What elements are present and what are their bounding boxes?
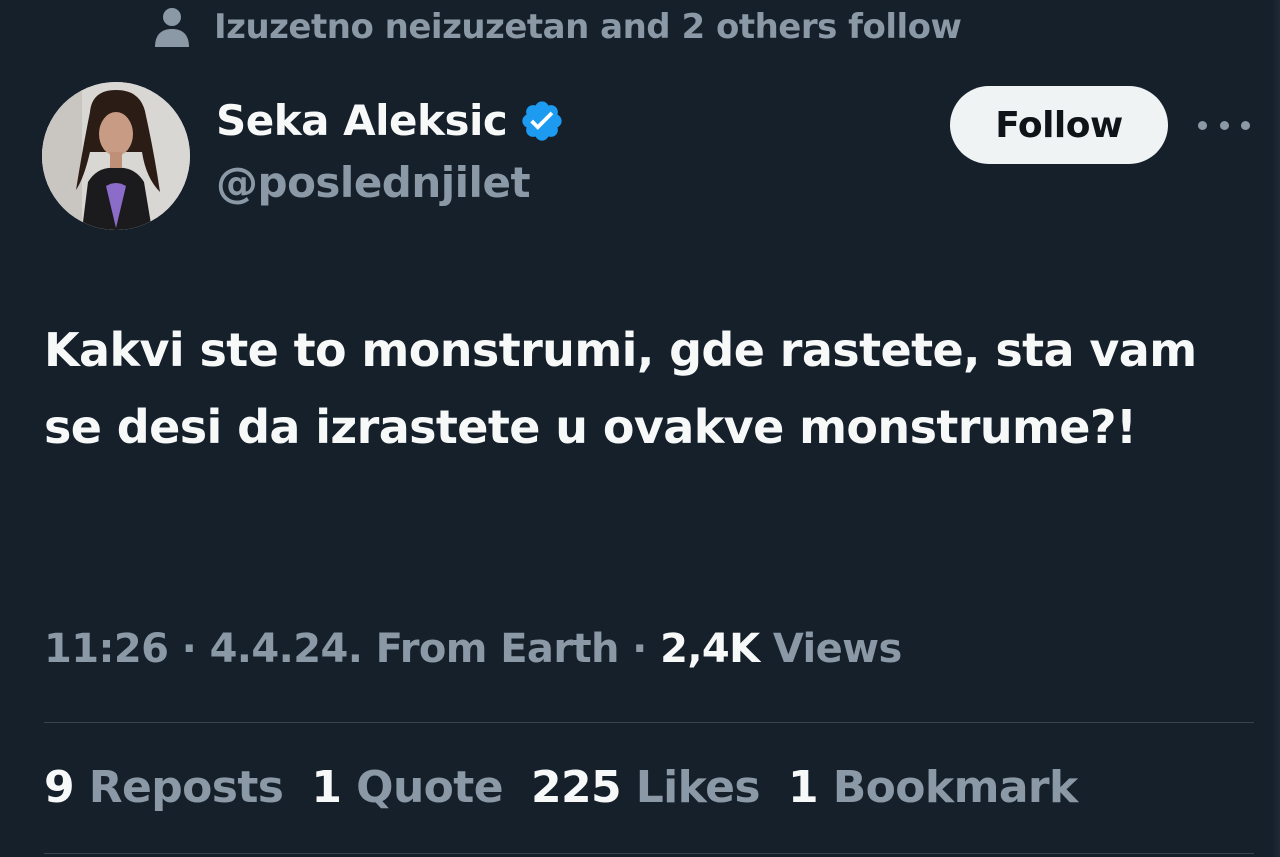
tweet-time[interactable]: 11:26 (44, 626, 169, 672)
tweet-meta: 11:26 · 4.4.24. From Earth · 2,4K Views (44, 626, 902, 672)
display-name[interactable]: Seka Aleksic (216, 96, 508, 145)
meta-separator: · (618, 626, 661, 672)
follow-button[interactable]: Follow (950, 86, 1168, 164)
likes-stat[interactable]: 225 Likes (531, 762, 761, 813)
divider (44, 853, 1254, 854)
quotes-stat[interactable]: 1 Quote (311, 762, 503, 813)
views-label: Views (759, 626, 902, 672)
user-handle[interactable]: @poslednjilet (216, 158, 531, 207)
reposts-stat[interactable]: 9 Reposts (44, 762, 284, 813)
social-context[interactable]: Izuzetno neizuzetan and 2 others follow (152, 6, 962, 48)
tweet-source: From Earth (362, 626, 620, 672)
divider (44, 722, 1254, 723)
views-count: 2,4K (660, 626, 760, 672)
tweet-date[interactable]: 4.4.24. (210, 626, 363, 672)
social-context-text: Izuzetno neizuzetan and 2 others follow (214, 7, 962, 47)
verified-badge-icon[interactable] (519, 98, 565, 144)
engagement-stats: 9 Reposts 1 Quote 225 Likes 1 Bookmark (44, 762, 1078, 813)
bookmarks-stat[interactable]: 1 Bookmark (788, 762, 1078, 813)
tweet-text: Kakvi ste to monstrumi, gde rastete, sta… (44, 323, 1197, 454)
avatar[interactable] (42, 82, 190, 230)
more-horizontal-icon[interactable] (1198, 110, 1250, 140)
scroll-edge (1272, 0, 1280, 857)
meta-separator: · (168, 626, 210, 672)
person-icon (152, 6, 192, 48)
